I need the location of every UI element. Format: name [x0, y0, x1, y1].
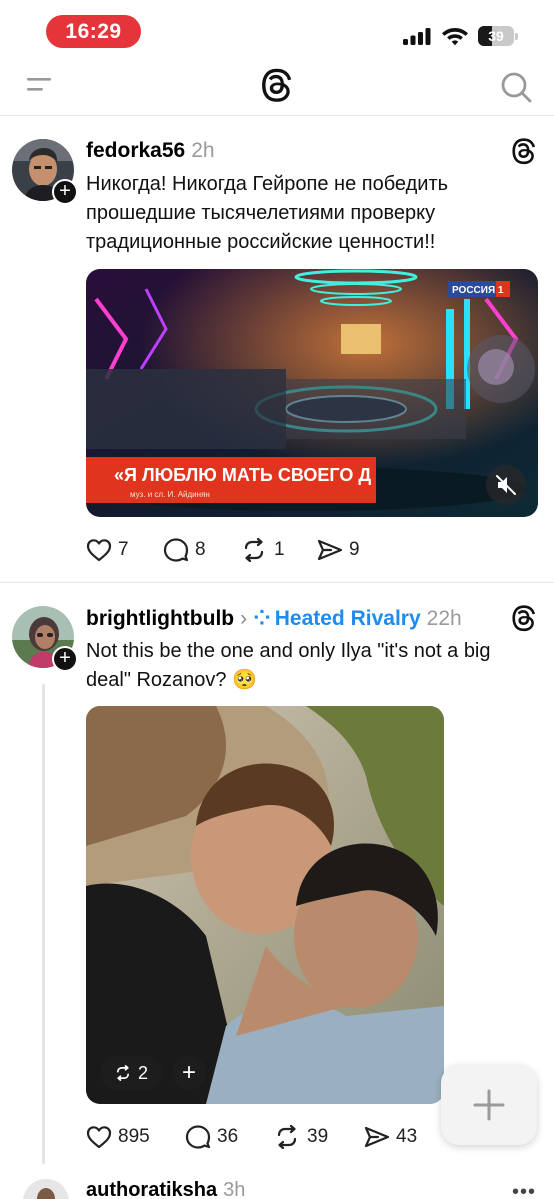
muted-speaker-icon	[496, 475, 516, 495]
thread-line	[42, 684, 45, 1164]
video-caption: «Я ЛЮБЛЮ МАТЬ СВОЕГО Д	[114, 465, 371, 485]
post-actions: 895 36 39 43	[86, 1123, 417, 1151]
status-bar: 16:29 39	[0, 0, 554, 58]
repost-icon	[117, 1065, 129, 1081]
like-button[interactable]: 895	[86, 1123, 185, 1151]
heart-icon	[86, 1126, 112, 1149]
battery-percent: 39	[488, 28, 504, 44]
post-actions: 7 8 1 9	[86, 536, 360, 564]
app-header	[0, 58, 554, 116]
like-count: 895	[118, 1126, 150, 1147]
photo	[86, 706, 444, 1104]
post-header: brightlightbulb › ⁘ Heated Rivalry 22h	[86, 606, 462, 631]
avatar[interactable]: +	[12, 606, 78, 672]
share-button[interactable]: 9	[317, 536, 360, 564]
repost-button[interactable]: 39	[273, 1123, 364, 1151]
repost-count: 39	[307, 1126, 329, 1147]
comment-icon	[163, 538, 189, 562]
reply-button[interactable]: 8	[163, 536, 240, 564]
username[interactable]: brightlightbulb	[86, 607, 234, 630]
post-header: fedorka56 2h	[86, 139, 215, 163]
like-button[interactable]: 7	[86, 536, 163, 564]
reply-count: 36	[217, 1126, 239, 1147]
battery-indicator: 39	[478, 26, 518, 46]
reposters-chip[interactable]: 2	[100, 1056, 163, 1090]
repost-chip-count: 2	[138, 1062, 149, 1083]
chevron-right-icon: ›	[240, 607, 248, 630]
post-card[interactable]: authoratiksha 3h •••	[0, 1165, 554, 1199]
share-count: 9	[349, 539, 360, 560]
menu-icon[interactable]	[27, 75, 51, 95]
video-frame: «Я ЛЮБЛЮ МАТЬ СВОЕГО Д муз. и сл. И. Айд…	[86, 269, 538, 517]
share-count: 43	[396, 1126, 418, 1147]
community-icon: ⁘	[253, 607, 271, 630]
heart-icon	[86, 539, 112, 562]
repost-button[interactable]: 1	[240, 536, 317, 564]
post-time: 3h	[223, 1179, 246, 1199]
post-video[interactable]: «Я ЛЮБЛЮ МАТЬ СВОЕГО Д муз. и сл. И. Айд…	[86, 269, 538, 517]
more-options-icon[interactable]: •••	[512, 1182, 536, 1199]
cellular-signal-icon	[403, 28, 431, 45]
post-card[interactable]: + fedorka56 2h Никогда! Никогда Гейропе н…	[0, 117, 554, 583]
post-header: authoratiksha 3h	[86, 1179, 245, 1199]
post-text: Not this be the one and only Ilya "it's …	[86, 640, 491, 691]
username[interactable]: authoratiksha	[86, 1179, 217, 1199]
repost-icon	[244, 538, 264, 562]
add-button[interactable]: +	[172, 1056, 206, 1090]
send-icon	[364, 1126, 390, 1148]
threads-logo-icon[interactable]	[510, 137, 538, 165]
like-count: 7	[118, 539, 129, 560]
mute-button[interactable]	[486, 465, 526, 505]
search-icon[interactable]	[499, 70, 533, 104]
video-caption-sub: муз. и сл. И. Айдинян	[130, 490, 210, 499]
post-time: 22h	[426, 607, 462, 630]
threads-logo-icon[interactable]	[259, 67, 295, 103]
plus-icon	[473, 1089, 505, 1121]
avatar[interactable]: +	[12, 139, 78, 205]
avatar[interactable]	[23, 1179, 69, 1199]
comment-icon	[185, 1125, 211, 1149]
repost-icon	[277, 1125, 297, 1149]
compose-button[interactable]	[441, 1065, 537, 1145]
status-time: 16:29	[46, 15, 141, 48]
reply-count: 8	[195, 539, 206, 560]
post-time: 2h	[191, 139, 215, 162]
share-button[interactable]: 43	[364, 1123, 417, 1151]
reply-button[interactable]: 36	[185, 1123, 273, 1151]
post-image[interactable]: 2 +	[86, 706, 444, 1104]
channel-badge: РОССИЯ 1	[452, 285, 504, 296]
send-icon	[317, 539, 343, 561]
wifi-icon	[442, 28, 468, 46]
community-name[interactable]: Heated Rivalry	[275, 607, 421, 630]
repost-count: 1	[274, 539, 285, 560]
threads-logo-icon[interactable]	[510, 604, 538, 632]
avatar-image	[23, 1179, 69, 1199]
follow-button[interactable]: +	[52, 646, 78, 672]
follow-button[interactable]: +	[52, 179, 78, 205]
post-text: Никогда! Никогда Гейропе не победить про…	[86, 173, 449, 253]
username[interactable]: fedorka56	[86, 139, 185, 162]
